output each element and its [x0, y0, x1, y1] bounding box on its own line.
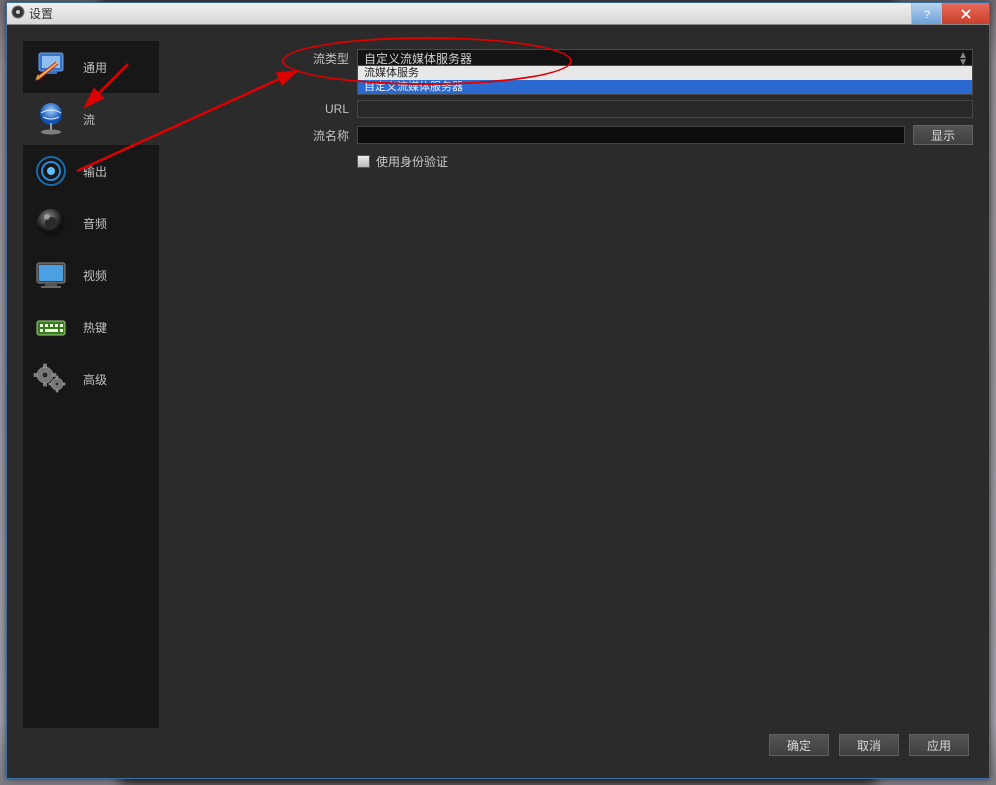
use-auth-label: 使用身份验证 — [376, 153, 448, 170]
audio-icon — [29, 201, 73, 245]
url-label: URL — [167, 102, 357, 116]
settings-window: 设置 ? — [6, 2, 990, 779]
main-panel: 流类型 自定义流媒体服务器 ▲▼ 流媒体服务 自定义流媒体服务器 URL — [167, 41, 973, 728]
sidebar-item-label: 高级 — [83, 371, 107, 388]
stream-type-value: 自定义流媒体服务器 — [364, 50, 472, 67]
close-button[interactable] — [941, 3, 989, 24]
client-area: 通用 流 — [7, 25, 989, 778]
stream-icon — [29, 97, 73, 141]
apply-button[interactable]: 应用 — [909, 734, 969, 756]
sidebar-item-label: 通用 — [83, 59, 107, 76]
help-button[interactable]: ? — [911, 3, 941, 24]
cancel-button[interactable]: 取消 — [839, 734, 899, 756]
sidebar-item-label: 热键 — [83, 319, 107, 336]
use-auth-checkbox[interactable] — [357, 155, 370, 168]
sidebar-item-hotkeys[interactable]: 热键 — [23, 301, 159, 353]
sidebar-item-audio[interactable]: 音频 — [23, 197, 159, 249]
dialog-footer: 确定 取消 应用 — [23, 728, 973, 762]
video-icon — [29, 253, 73, 297]
stream-key-label: 流名称 — [167, 127, 357, 144]
chevron-updown-icon: ▲▼ — [958, 52, 968, 66]
stream-type-dropdown[interactable]: 流媒体服务 自定义流媒体服务器 — [357, 65, 973, 95]
app-icon — [11, 5, 25, 22]
sidebar-item-output[interactable]: 输出 — [23, 145, 159, 197]
advanced-icon — [29, 357, 73, 401]
svg-text:?: ? — [923, 9, 929, 19]
sidebar-item-label: 输出 — [83, 163, 107, 180]
sidebar-item-advanced[interactable]: 高级 — [23, 353, 159, 405]
titlebar: 设置 ? — [7, 3, 989, 25]
sidebar-item-general[interactable]: 通用 — [23, 41, 159, 93]
window-title: 设置 — [29, 5, 53, 22]
sidebar-item-stream[interactable]: 流 — [23, 93, 159, 145]
hotkeys-icon — [29, 305, 73, 349]
output-icon — [29, 149, 73, 193]
dropdown-option[interactable]: 流媒体服务 — [358, 66, 972, 80]
url-input[interactable] — [357, 100, 973, 118]
show-button[interactable]: 显示 — [913, 125, 973, 145]
settings-sidebar: 通用 流 — [23, 41, 159, 728]
sidebar-item-label: 视频 — [83, 267, 107, 284]
general-icon — [29, 45, 73, 89]
sidebar-item-label: 音频 — [83, 215, 107, 232]
ok-button[interactable]: 确定 — [769, 734, 829, 756]
stream-key-input[interactable] — [357, 126, 905, 144]
stream-type-label: 流类型 — [167, 50, 357, 67]
sidebar-item-video[interactable]: 视频 — [23, 249, 159, 301]
dropdown-option-selected[interactable]: 自定义流媒体服务器 — [358, 80, 972, 94]
sidebar-item-label: 流 — [83, 111, 95, 128]
